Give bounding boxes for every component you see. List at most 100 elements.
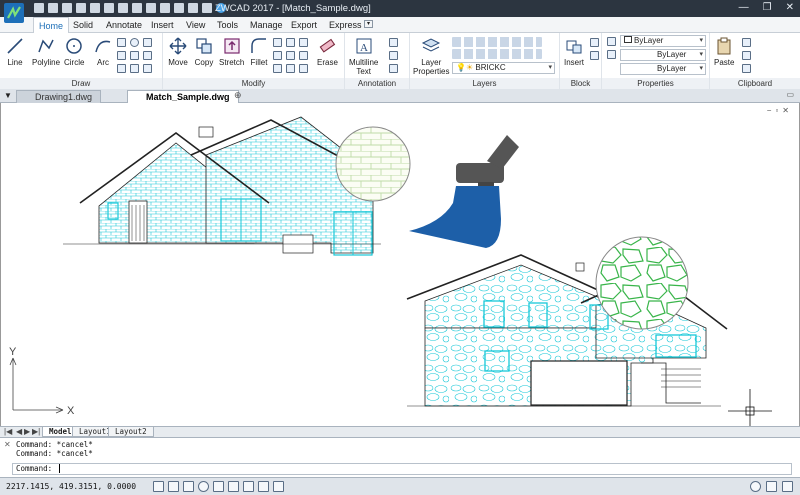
tab-express[interactable]: Express (329, 20, 362, 30)
tab-solid[interactable]: Solid (73, 20, 93, 30)
last-layout-icon[interactable]: ▶| (32, 427, 40, 436)
create-block-icon[interactable] (590, 38, 599, 47)
plot-icon[interactable] (104, 3, 114, 13)
extend-icon[interactable] (286, 38, 295, 47)
mirror-icon[interactable] (286, 51, 295, 60)
layer-tools-row-2[interactable] (452, 49, 542, 59)
copy-with-base-icon[interactable] (742, 64, 751, 73)
dimension-icon[interactable] (389, 38, 398, 47)
house-brick-drawing[interactable] (63, 116, 381, 256)
maximize-button[interactable]: ❐ (763, 2, 772, 13)
lineweight-select[interactable]: ByLayer (620, 63, 706, 75)
command-close-icon[interactable]: ✕ (4, 440, 11, 449)
cut-icon[interactable] (132, 3, 142, 13)
region-icon[interactable] (117, 64, 126, 73)
arc-button[interactable]: Arc (93, 36, 113, 67)
tab-list-icon[interactable]: ▼ (4, 91, 12, 100)
stretch-button[interactable]: Stretch (219, 36, 244, 67)
copy-button[interactable]: Copy (194, 36, 214, 67)
tab-manage[interactable]: Manage (250, 20, 283, 30)
linetype-select[interactable]: ByLayer (620, 49, 706, 61)
zwcad-logo-icon[interactable] (4, 3, 24, 23)
rotate-icon[interactable] (273, 51, 282, 60)
match-icon[interactable] (174, 3, 184, 13)
polar-icon[interactable] (198, 481, 209, 492)
leader-icon[interactable] (389, 51, 398, 60)
copy-clipboard-icon[interactable] (742, 51, 751, 60)
save-icon[interactable] (62, 3, 72, 13)
color-select[interactable]: ByLayer (620, 35, 706, 47)
ribbon-options-icon[interactable]: ▾ (364, 20, 373, 28)
boundary-icon[interactable] (130, 64, 139, 73)
fillet-button[interactable]: Fillet (249, 36, 269, 67)
edit-block-icon[interactable] (590, 51, 599, 60)
spline-icon[interactable] (143, 38, 152, 47)
tab-match-sample[interactable]: Match_Sample.dwg (127, 90, 239, 103)
undo-icon[interactable] (188, 3, 198, 13)
tab-annotate[interactable]: Annotate (106, 20, 142, 30)
dynamic-input-icon[interactable] (258, 481, 269, 492)
table-icon[interactable] (389, 64, 398, 73)
break-icon[interactable] (299, 64, 308, 73)
snap-icon[interactable] (153, 481, 164, 492)
otrack-icon[interactable] (228, 481, 239, 492)
redo-icon[interactable] (202, 3, 212, 13)
offset-icon[interactable] (299, 38, 308, 47)
list-icon[interactable] (607, 50, 616, 59)
tab-drawing1[interactable]: Drawing1.dwg (16, 90, 102, 103)
current-layer-select[interactable]: 💡☀ BRICKC (452, 62, 555, 74)
next-layout-icon[interactable]: ▶ (24, 427, 30, 436)
circle-button[interactable]: Circle (64, 36, 84, 67)
workspace-icon[interactable] (766, 481, 777, 492)
tmodel-icon[interactable] (273, 481, 284, 492)
minimize-button[interactable]: — (739, 2, 749, 13)
ortho-icon[interactable] (183, 481, 194, 492)
print-icon[interactable] (90, 3, 100, 13)
preview-icon[interactable] (118, 3, 128, 13)
prev-layout-icon[interactable]: ◀ (16, 427, 22, 436)
hatch-icon[interactable] (117, 51, 126, 60)
osnap-icon[interactable] (213, 481, 224, 492)
trim-icon[interactable] (273, 38, 282, 47)
paste-button[interactable]: Paste (714, 36, 734, 67)
match-properties-icon[interactable] (607, 37, 616, 46)
new-icon[interactable] (34, 3, 44, 13)
ellipse-icon[interactable] (130, 38, 139, 47)
multiline-text-button[interactable]: A Multiline Text (349, 36, 378, 76)
drawing-canvas[interactable]: − ▫ ✕ Y X (0, 103, 800, 426)
tab-restore-icon[interactable]: ▭ (786, 90, 794, 99)
cut-icon[interactable] (742, 38, 751, 47)
line-button[interactable]: Line (5, 36, 25, 67)
tab-view[interactable]: View (186, 20, 205, 30)
point-icon[interactable] (143, 51, 152, 60)
fullscreen-icon[interactable] (782, 481, 793, 492)
new-tab-icon[interactable]: ⊕ (234, 90, 242, 101)
tab-export[interactable]: Export (291, 20, 317, 30)
insert-block-button[interactable]: Insert (564, 36, 584, 67)
array-icon[interactable] (273, 64, 282, 73)
command-input[interactable]: Command: (12, 463, 792, 475)
tab-home[interactable]: Home (33, 17, 70, 34)
tab-tools[interactable]: Tools (217, 20, 238, 30)
polyline-button[interactable]: Polyline (32, 36, 60, 67)
polygon-icon[interactable] (130, 51, 139, 60)
tab-insert[interactable]: Insert (151, 20, 174, 30)
open-icon[interactable] (48, 3, 58, 13)
lineweight-icon[interactable] (243, 481, 254, 492)
layer-tools-row-1[interactable] (452, 37, 542, 47)
explode-icon[interactable] (286, 64, 295, 73)
paste-clip-icon[interactable] (160, 3, 170, 13)
copy-clip-icon[interactable] (146, 3, 156, 13)
rectangle-icon[interactable] (117, 38, 126, 47)
tab-layout2[interactable]: Layout2 (108, 427, 154, 437)
settings-gear-icon[interactable] (750, 481, 761, 492)
save-as-icon[interactable] (76, 3, 86, 13)
revcloud-icon[interactable] (143, 64, 152, 73)
grid-icon[interactable] (168, 481, 179, 492)
first-layout-icon[interactable]: |◀ (4, 427, 12, 436)
layer-properties-button[interactable]: Layer Properties (413, 36, 449, 76)
erase-button[interactable]: Erase (317, 36, 338, 67)
close-button[interactable]: ✕ (786, 2, 794, 13)
move-button[interactable]: Move (168, 36, 188, 67)
scale-icon[interactable] (299, 51, 308, 60)
